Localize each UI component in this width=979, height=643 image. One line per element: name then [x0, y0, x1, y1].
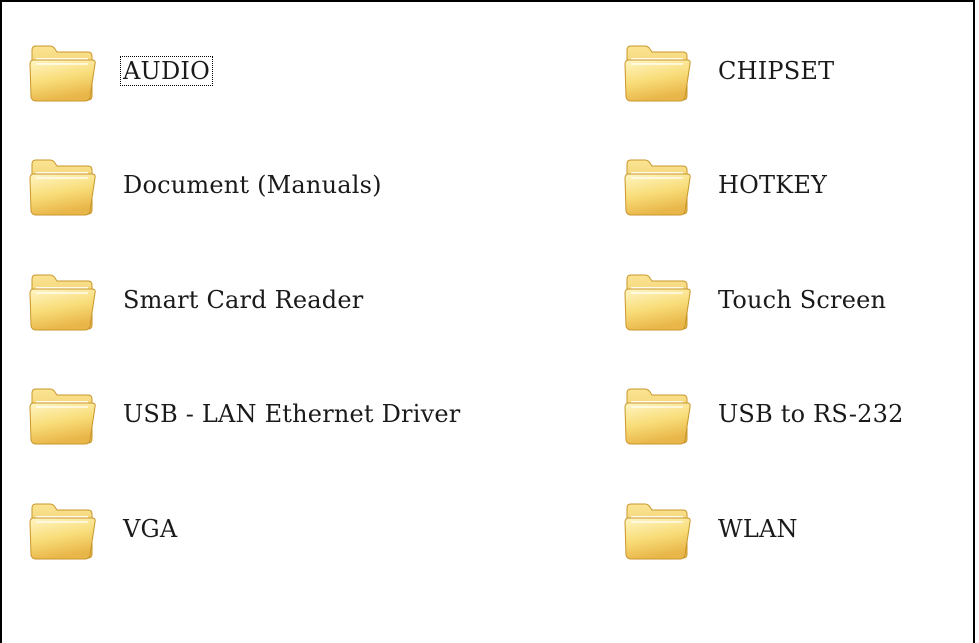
folder-label: USB to RS-232	[718, 400, 904, 428]
folder-item-document-manuals[interactable]: Document (Manuals)	[26, 148, 506, 222]
folder-icon	[621, 377, 695, 451]
folder-item-hotkey[interactable]: HOTKEY	[621, 148, 979, 222]
folder-icon	[26, 377, 100, 451]
folder-icon	[621, 34, 695, 108]
folder-label: HOTKEY	[718, 171, 828, 199]
folder-label: Smart Card Reader	[123, 286, 364, 314]
folder-item-vga[interactable]: VGA	[26, 492, 506, 566]
folder-grid: AUDIO CHIPSET Document (Manuals) HOTKEY …	[2, 2, 973, 643]
folder-label: VGA	[123, 515, 178, 543]
folder-icon	[621, 492, 695, 566]
folder-item-audio[interactable]: AUDIO	[26, 34, 506, 108]
explorer-window: AUDIO CHIPSET Document (Manuals) HOTKEY …	[0, 0, 975, 643]
folder-label: Touch Screen	[718, 286, 887, 314]
folder-item-wlan[interactable]: WLAN	[621, 492, 979, 566]
folder-icon	[26, 492, 100, 566]
folder-item-chipset[interactable]: CHIPSET	[621, 34, 979, 108]
folder-item-smart-card-reader[interactable]: Smart Card Reader	[26, 263, 506, 337]
folder-label: Document (Manuals)	[123, 171, 382, 199]
folder-item-usb-lan-ethernet-driver[interactable]: USB - LAN Ethernet Driver	[26, 377, 506, 451]
folder-label: USB - LAN Ethernet Driver	[123, 400, 461, 428]
folder-icon	[26, 148, 100, 222]
folder-icon	[621, 148, 695, 222]
folder-label: WLAN	[718, 515, 798, 543]
folder-label: CHIPSET	[718, 57, 835, 85]
folder-icon	[26, 34, 100, 108]
folder-label: AUDIO	[120, 56, 213, 86]
folder-item-usb-to-rs232[interactable]: USB to RS-232	[621, 377, 979, 451]
folder-icon	[621, 263, 695, 337]
folder-icon	[26, 263, 100, 337]
folder-item-touch-screen[interactable]: Touch Screen	[621, 263, 979, 337]
